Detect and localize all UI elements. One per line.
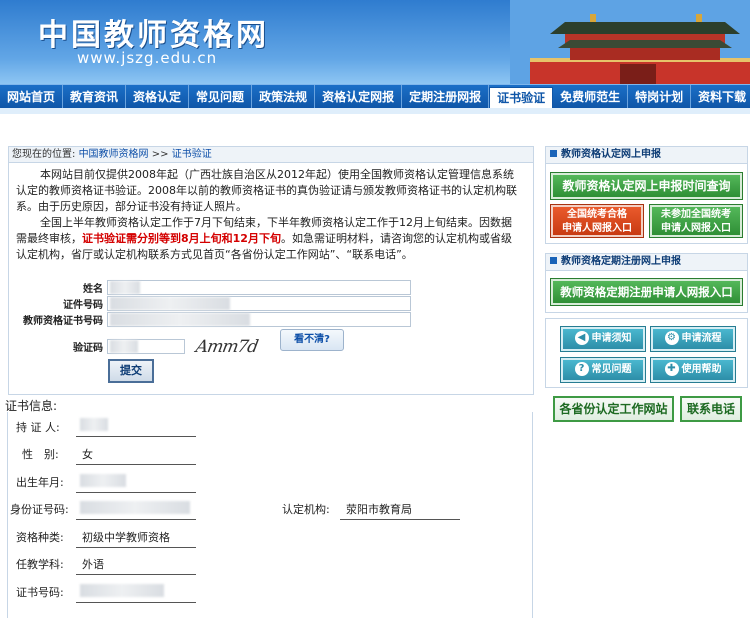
nav-policy[interactable]: 政策法规	[252, 85, 316, 109]
faq-label: 常见问题	[591, 364, 632, 375]
nav-faq[interactable]: 常见问题	[189, 85, 253, 109]
subject-value: 外语	[82, 558, 104, 571]
type-label: 资格种类:	[16, 531, 64, 544]
breadcrumb-separator: >>	[151, 149, 169, 160]
holder-underline	[76, 436, 196, 437]
non-unified-entry-button[interactable]: 未参加全国统考 申请人网报入口	[649, 204, 743, 238]
teacher-cert-no-label: 教师资格证书号码	[23, 315, 103, 327]
id-label: 身份证号码:	[10, 503, 69, 516]
province-sites-button[interactable]: 各省份认定工作网站	[553, 396, 674, 422]
birth-underline	[76, 492, 196, 493]
sidebar-heading-qualification-text: 教师资格认定网上申报	[561, 149, 661, 160]
nav-qualification[interactable]: 资格认定	[126, 85, 190, 109]
nav-underbar	[0, 108, 750, 114]
tiananmen-banner-image	[510, 0, 750, 84]
gender-label: 性 别:	[22, 448, 59, 461]
name-row: 姓名	[12, 279, 411, 295]
captcha-image: Amm7d	[194, 337, 259, 357]
redacted-value	[110, 296, 230, 310]
nav-news[interactable]: 教育资讯	[63, 85, 127, 109]
notice-text: 本网站目前仅提供2008年起（广西壮族自治区从2012年起）使用全国教师资格认定…	[16, 167, 522, 263]
vcode-input[interactable]	[107, 338, 185, 354]
apply-process-label: 申请流程	[681, 333, 722, 344]
breadcrumb-prefix: 您现在的位置:	[12, 149, 76, 160]
nav-qualification-online[interactable]: 资格认定网报	[315, 85, 403, 109]
teacher-cert-no-row: 教师资格证书号码	[12, 311, 411, 327]
org-label: 认定机构:	[282, 503, 330, 516]
nav-cert-verify[interactable]: 证书验证	[489, 87, 554, 109]
gender-underline	[76, 464, 196, 465]
sidebar-heading-registration: 教师资格定期注册网上申报	[545, 253, 748, 271]
apply-process-button[interactable]: ⚙ 申请流程	[650, 326, 736, 352]
notice-paragraph-2: 全国上半年教师资格认定工作于7月下旬结束，下半年教师资格认定工作于12月上旬结束…	[16, 215, 522, 263]
nav-special-post[interactable]: 特岗计划	[628, 85, 692, 109]
vcode-label: 验证码	[73, 342, 103, 354]
cert-no-input[interactable]	[107, 295, 411, 311]
redacted-value	[110, 339, 138, 353]
unified-entry-line2: 申请人网报入口	[562, 223, 632, 234]
cert-no-row: 证件号码	[12, 295, 411, 311]
cert-no-label: 证件号码	[63, 299, 103, 311]
org-value: 荥阳市教育局	[346, 503, 412, 516]
type-value: 初级中学教师资格	[82, 531, 170, 544]
nav-registration-online[interactable]: 定期注册网报	[402, 85, 490, 109]
gender-value: 女	[82, 448, 93, 461]
birth-value-redacted	[80, 474, 126, 487]
gears-icon: ⚙	[664, 331, 679, 345]
apply-notice-button[interactable]: ◀ 申请须知	[560, 326, 646, 352]
notice-highlight: 证书验证需分别等到8月上旬和12月下旬	[82, 232, 281, 245]
non-unified-entry-line2: 申请人网报入口	[661, 223, 731, 234]
square-bullet-icon	[550, 150, 557, 157]
org-underline	[340, 519, 460, 520]
nav-free-normal[interactable]: 免费师范生	[553, 85, 629, 109]
submit-button[interactable]: 提交	[108, 359, 154, 383]
usage-help-label: 使用帮助	[681, 364, 722, 375]
unified-exam-entry-button[interactable]: 全国统考合格 申请人网报入口	[550, 204, 644, 238]
breadcrumb-current[interactable]: 证书验证	[172, 149, 212, 160]
usage-help-button[interactable]: ✚ 使用帮助	[650, 357, 736, 383]
contact-phone-button[interactable]: 联系电话	[680, 396, 742, 422]
redacted-value	[110, 280, 140, 294]
non-unified-entry-line1: 未参加全国统考	[661, 209, 731, 220]
query-time-button[interactable]: 教师资格认定网上申报时间查询	[550, 172, 743, 200]
type-underline	[76, 547, 196, 548]
main-nav: 网站首页 教育资讯 资格认定 常见问题 政策法规 资格认定网报 定期注册网报 证…	[0, 84, 750, 109]
site-header: 中国教师资格网 www.jszg.edu.cn	[0, 0, 750, 84]
cert-no-value-redacted	[80, 584, 164, 597]
puzzle-icon: ✚	[664, 362, 679, 376]
notice-paragraph-1: 本网站目前仅提供2008年起（广西壮族自治区从2012年起）使用全国教师资格认定…	[16, 168, 517, 213]
subject-label: 任教学科:	[16, 558, 64, 571]
subject-underline	[76, 574, 196, 575]
cert-no-info-label: 证书号码:	[16, 586, 64, 599]
teacher-cert-no-input[interactable]	[107, 311, 411, 327]
register-entry-button[interactable]: 教师资格定期注册申请人网报入口	[550, 278, 743, 306]
cert-no-underline	[76, 602, 196, 603]
holder-value-redacted	[80, 418, 108, 431]
breadcrumb-home-link[interactable]: 中国教师资格网	[79, 149, 149, 160]
vcode-row: 验证码	[12, 338, 185, 354]
nav-downloads[interactable]: 资料下载	[691, 85, 750, 109]
site-url: www.jszg.edu.cn	[77, 49, 218, 67]
faq-button[interactable]: ? 常见问题	[560, 357, 646, 383]
breadcrumb: 您现在的位置: 中国教师资格网 >> 证书验证	[8, 146, 534, 163]
refresh-captcha-button[interactable]: 看不清?	[280, 329, 344, 351]
redacted-value	[110, 312, 250, 326]
question-icon: ?	[574, 362, 589, 376]
sidebar-heading-registration-text: 教师资格定期注册网上申报	[561, 256, 681, 267]
unified-entry-line1: 全国统考合格	[567, 209, 627, 220]
nav-home[interactable]: 网站首页	[0, 85, 64, 109]
megaphone-icon: ◀	[574, 331, 589, 345]
site-logo-title[interactable]: 中国教师资格网	[38, 10, 269, 54]
name-label: 姓名	[83, 283, 103, 295]
name-input[interactable]	[107, 279, 411, 295]
sidebar-heading-qualification: 教师资格认定网上申报	[545, 146, 748, 164]
birth-label: 出生年月:	[16, 476, 64, 489]
id-value-redacted	[80, 501, 190, 514]
square-bullet-icon	[550, 257, 557, 264]
id-underline	[76, 519, 196, 520]
holder-label: 持 证 人:	[16, 421, 60, 434]
apply-notice-label: 申请须知	[591, 333, 632, 344]
